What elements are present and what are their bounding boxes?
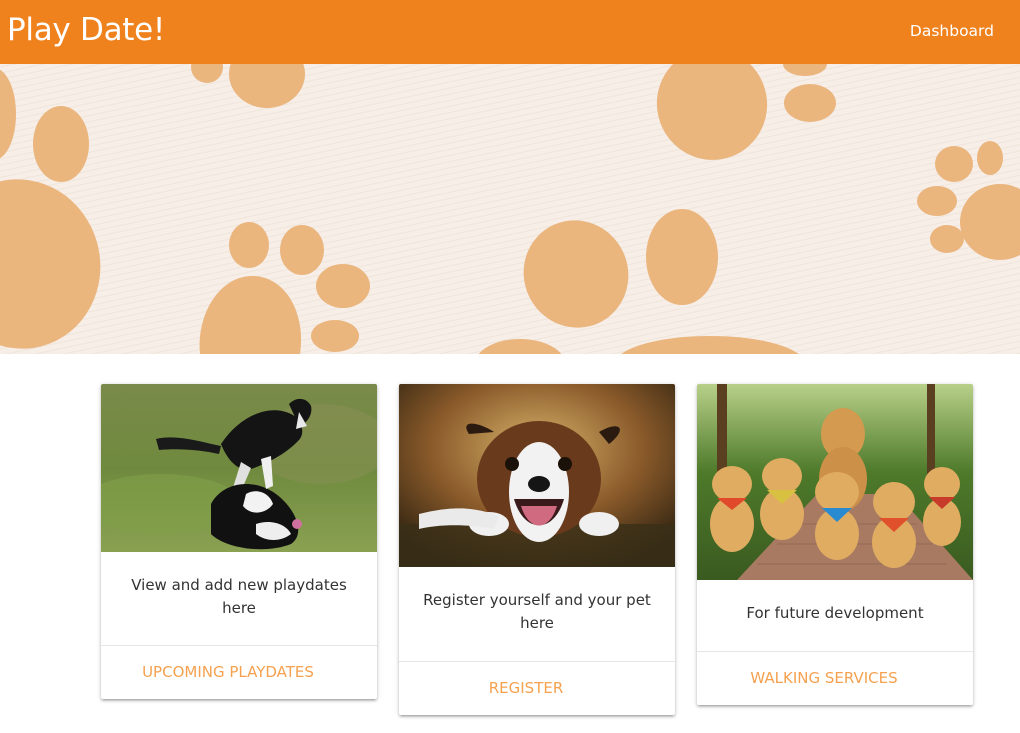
- dogs-playing-on-grass-photo-icon: [101, 384, 377, 552]
- brand-logo-link[interactable]: Play Date!: [7, 10, 165, 50]
- nav-dashboard-link[interactable]: Dashboard: [910, 19, 994, 43]
- walking-services-link[interactable]: WALKING SERVICES: [750, 669, 919, 687]
- card-upcoming-playdates: View and add new playdates here UPCOMING…: [101, 384, 377, 699]
- card-action-bar: WALKING SERVICES: [697, 651, 973, 705]
- upcoming-playdates-link[interactable]: UPCOMING PLAYDATES: [142, 663, 336, 681]
- card-action-bar: REGISTER: [399, 661, 675, 715]
- happy-collie-dog-photo-icon: [399, 384, 675, 567]
- card-action-bar: UPCOMING PLAYDATES: [101, 645, 377, 699]
- golden-retriever-puppies-walking-photo-icon: [697, 384, 973, 580]
- card-description: Register yourself and your pet here: [423, 591, 651, 632]
- card-image: [101, 384, 377, 552]
- paw-print-pattern-icon: [0, 64, 1020, 354]
- card-image: [697, 384, 973, 580]
- register-link[interactable]: REGISTER: [489, 679, 586, 697]
- card-walking-services: For future development WALKING SERVICES: [697, 384, 973, 705]
- card-register: Register yourself and your pet here REGI…: [399, 384, 675, 715]
- card-description: For future development: [746, 604, 924, 622]
- card-image: [399, 384, 675, 567]
- card-description: View and add new playdates here: [131, 576, 347, 617]
- top-navbar: Play Date! Dashboard: [0, 0, 1020, 64]
- hero-banner: [0, 64, 1020, 354]
